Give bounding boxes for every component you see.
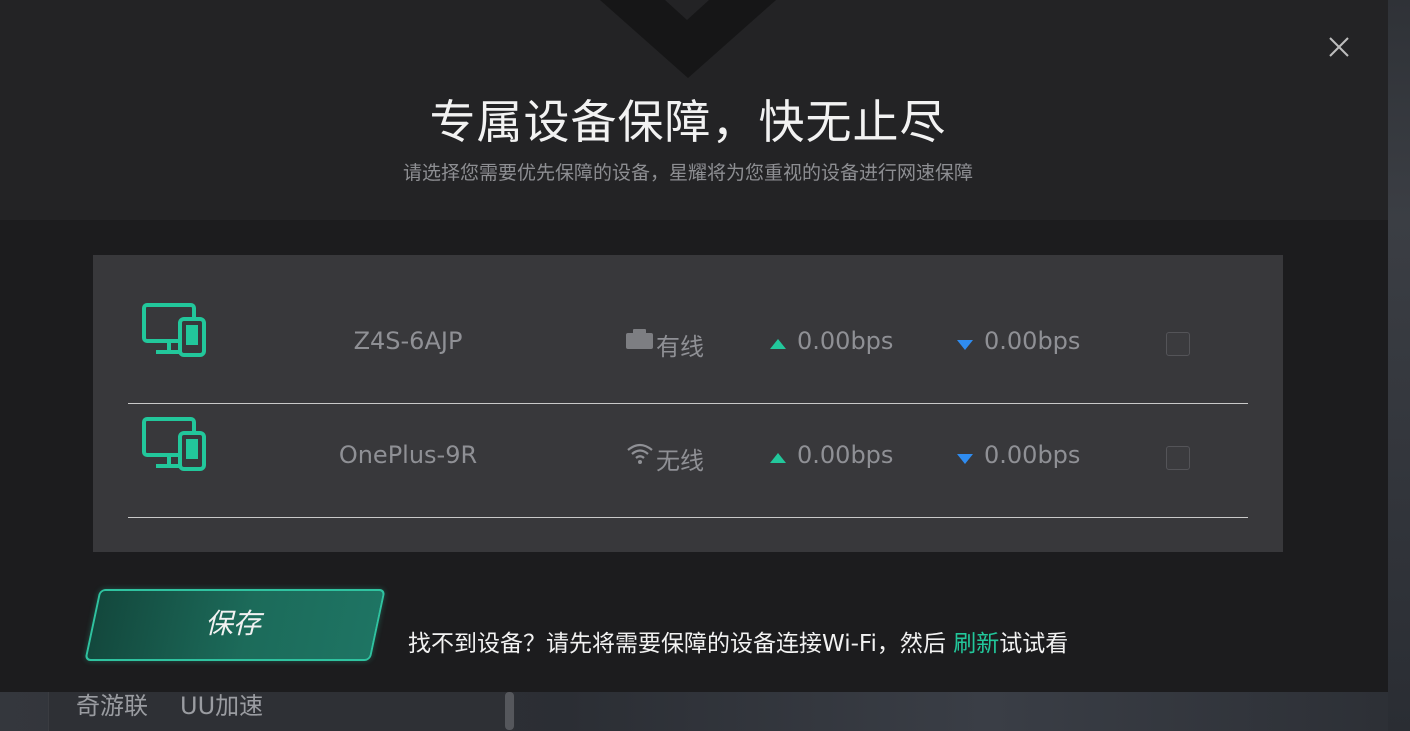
background-right-edge xyxy=(1388,0,1410,731)
refresh-hint: 找不到设备？请先将需要保障的设备连接Wi-Fi，然后 刷新试试看 xyxy=(408,624,1068,658)
device-select-checkbox[interactable] xyxy=(1166,446,1190,470)
device-name: Z4S-6AJP xyxy=(353,327,463,355)
ethernet-icon xyxy=(626,329,653,349)
connection-type: 无线 xyxy=(656,447,704,475)
device-row: OnePlus-9R 无线 0.00bps 0.00bps xyxy=(128,403,1248,518)
header-chevron-notch xyxy=(665,0,709,20)
dialog-title: 专属设备保障，快无止尽 xyxy=(429,95,947,149)
download-speed: 0.00bps xyxy=(984,441,1081,469)
devices-icon xyxy=(142,303,206,357)
upload-speed: 0.00bps xyxy=(797,441,894,469)
background-scrollbar xyxy=(505,692,514,730)
device-row: Z4S-6AJP 有线 0.00bps 0.00bps xyxy=(128,289,1248,404)
refresh-hint-prefix: 找不到设备？请先将需要保障的设备连接Wi-Fi，然后 xyxy=(408,631,954,657)
save-button[interactable] xyxy=(84,589,386,661)
device-select-checkbox[interactable] xyxy=(1166,332,1190,356)
devices-icon xyxy=(142,417,206,471)
device-list-panel: Z4S-6AJP 有线 0.00bps 0.00bps OnePlus-9R 无… xyxy=(93,255,1283,552)
download-arrow-icon xyxy=(957,454,973,464)
upload-arrow-icon xyxy=(770,453,786,463)
upload-speed: 0.00bps xyxy=(797,327,894,355)
refresh-link[interactable]: 刷新 xyxy=(953,631,999,657)
device-priority-dialog: 专属设备保障，快无止尽 请选择您需要优先保障的设备，星耀将为您重视的设备进行网速… xyxy=(0,0,1388,692)
download-arrow-icon xyxy=(957,340,973,350)
dialog-header: 专属设备保障，快无止尽 请选择您需要优先保障的设备，星耀将为您重视的设备进行网速… xyxy=(0,0,1388,220)
refresh-hint-suffix: 试试看 xyxy=(999,631,1069,657)
wifi-icon xyxy=(627,443,653,464)
connection-type: 有线 xyxy=(656,333,704,361)
upload-arrow-icon xyxy=(770,339,786,349)
device-name: OnePlus-9R xyxy=(338,441,478,469)
close-button[interactable] xyxy=(1322,30,1356,64)
dialog-subtitle: 请选择您需要优先保障的设备，星耀将为您重视的设备进行网速保障 xyxy=(402,162,973,184)
download-speed: 0.00bps xyxy=(984,327,1081,355)
close-icon xyxy=(1329,37,1349,57)
